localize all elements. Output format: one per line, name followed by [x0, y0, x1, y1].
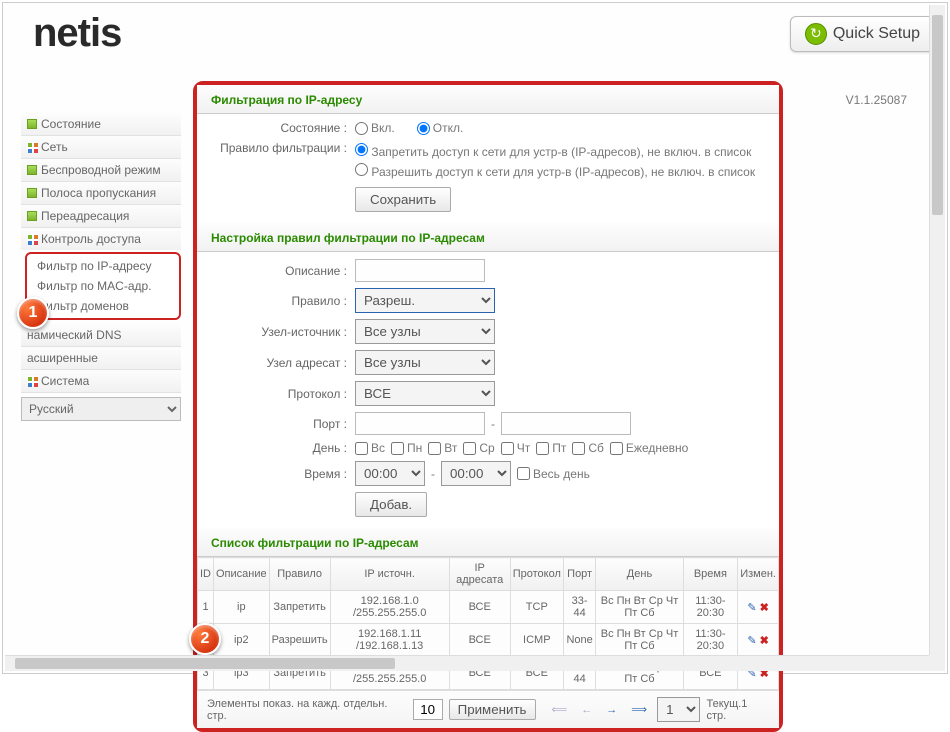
rule-label: Правило : [205, 294, 355, 308]
square-icon [27, 234, 37, 244]
day-checks: Вс Пн Вт Ср Чт Пт Сб Ежедневно [355, 441, 771, 455]
desc-input[interactable] [355, 259, 485, 282]
day-label: День : [205, 441, 355, 455]
pager: Элементы показ. на кажд. отдельн. стр. П… [197, 690, 779, 728]
src-select[interactable]: Все узлы [355, 319, 495, 344]
col-dstip: IP адресата [449, 558, 510, 591]
square-icon [27, 119, 37, 129]
edit-icon[interactable]: ✎ [747, 602, 756, 614]
time-label: Время : [205, 467, 355, 481]
col-srcip: IP источн. [330, 558, 449, 591]
allday-check[interactable]: Весь день [517, 467, 590, 481]
col-rule: Правило [269, 558, 330, 591]
version-label: V1.1.25087 [846, 93, 907, 107]
port-from-input[interactable] [355, 412, 485, 435]
sidebar-item-forwarding[interactable]: Переадресация [21, 205, 181, 228]
sidebar-sub-ipfilter[interactable]: Фильтр по IP-адресу [29, 256, 177, 276]
main-panel: Фильтрация по IP-адресу Состояние : Вкл.… [193, 81, 783, 732]
sidebar-item-access[interactable]: Контроль доступа [21, 228, 181, 250]
src-label: Узел-источник : [205, 325, 355, 339]
day-sun[interactable]: Вс [355, 441, 385, 455]
square-icon [27, 376, 37, 386]
col-time: Время [683, 558, 738, 591]
proto-select[interactable]: ВСЕ [355, 381, 495, 406]
apply-button[interactable]: Применить [449, 699, 536, 720]
sidebar-item-bandwidth[interactable]: Полоса пропускания [21, 182, 181, 205]
dst-label: Узел адресат : [205, 356, 355, 370]
day-wed[interactable]: Ср [463, 441, 494, 455]
day-mon[interactable]: Пн [391, 441, 422, 455]
delete-icon[interactable]: ✖ [760, 635, 769, 647]
pager-next-icon[interactable]: → [602, 704, 621, 716]
pager-label: Элементы показ. на кажд. отдельн. стр. [207, 698, 407, 722]
filterrule-label: Правило фильтрации : [205, 141, 355, 155]
day-thu[interactable]: Чт [501, 441, 531, 455]
sidebar-sub-macfilter[interactable]: Фильтр по MAC-адр. [29, 276, 177, 296]
square-icon [27, 188, 37, 198]
delete-icon[interactable]: ✖ [760, 602, 769, 614]
state-off-option[interactable]: Откл. [417, 121, 464, 135]
square-icon [27, 211, 37, 221]
refresh-icon: ↻ [805, 23, 827, 45]
sidebar: Состояние Сеть Беспроводной режим Полоса… [21, 113, 181, 421]
rule-deny-option[interactable]: Запретить доступ к сети для устр-в (IP-а… [355, 141, 771, 161]
pager-prev-icon[interactable]: ← [577, 704, 596, 716]
time-to-select[interactable]: 00:00 [441, 461, 511, 486]
sidebar-sub-domainfilter[interactable]: Фильтр доменов [29, 296, 177, 316]
day-daily[interactable]: Ежедневно [610, 441, 688, 455]
sidebar-item-status[interactable]: Состояние [21, 113, 181, 136]
day-sat[interactable]: Сб [572, 441, 604, 455]
dst-select[interactable]: Все узлы [355, 350, 495, 375]
horizontal-scrollbar[interactable] [5, 655, 929, 671]
col-desc: Описание [214, 558, 270, 591]
sidebar-item-wireless[interactable]: Беспроводной режим [21, 159, 181, 182]
edit-icon[interactable]: ✎ [747, 635, 756, 647]
port-to-input[interactable] [501, 412, 631, 435]
day-fri[interactable]: Пт [536, 441, 566, 455]
col-port: Порт [563, 558, 596, 591]
sidebar-item-system[interactable]: Система [21, 370, 181, 393]
col-id: ID [198, 558, 214, 591]
quick-setup-label: Quick Setup [833, 25, 920, 43]
perpage-input[interactable] [413, 699, 443, 720]
table-row: 1ipЗапретить192.168.1.0 /255.255.255.0ВС… [198, 591, 779, 624]
time-from-select[interactable]: 00:00 [355, 461, 425, 486]
callout-2-badge: 2 [189, 623, 221, 655]
port-label: Порт : [205, 417, 355, 431]
sidebar-item-advanced[interactable]: асширенные [21, 347, 181, 370]
scroll-corner [929, 655, 945, 671]
day-tue[interactable]: Вт [428, 441, 457, 455]
sidebar-item-network[interactable]: Сеть [21, 136, 181, 159]
vertical-scrollbar[interactable] [929, 5, 945, 655]
pager-last-icon[interactable]: ⟹ [627, 703, 651, 716]
logo: netis [33, 11, 121, 56]
table-row: 2ip2Разрешить192.168.1.11 /192.168.1.13В… [198, 624, 779, 657]
proto-label: Протокол : [205, 387, 355, 401]
rule-select[interactable]: Разреш. [355, 288, 495, 313]
desc-label: Описание : [205, 264, 355, 278]
section3-title: Список фильтрации по IP-адресам [197, 528, 779, 557]
rule-allow-option[interactable]: Разрешить доступ к сети для устр-в (IP-а… [355, 161, 771, 181]
section2-title: Настройка правил фильтрации по IP-адреса… [197, 223, 779, 252]
col-day: День [596, 558, 683, 591]
square-icon [27, 142, 37, 152]
page-select[interactable]: 1 [657, 697, 700, 722]
pager-first-icon[interactable]: ⟸ [548, 703, 572, 716]
add-button[interactable]: Добав. [355, 492, 427, 517]
col-proto: Протокол [510, 558, 563, 591]
quick-setup-button[interactable]: ↻ Quick Setup [790, 16, 935, 52]
state-on-option[interactable]: Вкл. [355, 121, 395, 135]
state-label: Состояние : [205, 121, 355, 135]
col-edit: Измен. [738, 558, 779, 591]
sidebar-item-ddns[interactable]: намический DNS [21, 324, 181, 347]
section1-title: Фильтрация по IP-адресу [197, 85, 779, 114]
callout-1-badge: 1 [17, 297, 49, 329]
pager-status: Текущ.1 стр. [706, 698, 769, 722]
save-button[interactable]: Сохранить [355, 187, 451, 212]
square-icon [27, 165, 37, 175]
language-select[interactable]: Русский [21, 397, 181, 421]
